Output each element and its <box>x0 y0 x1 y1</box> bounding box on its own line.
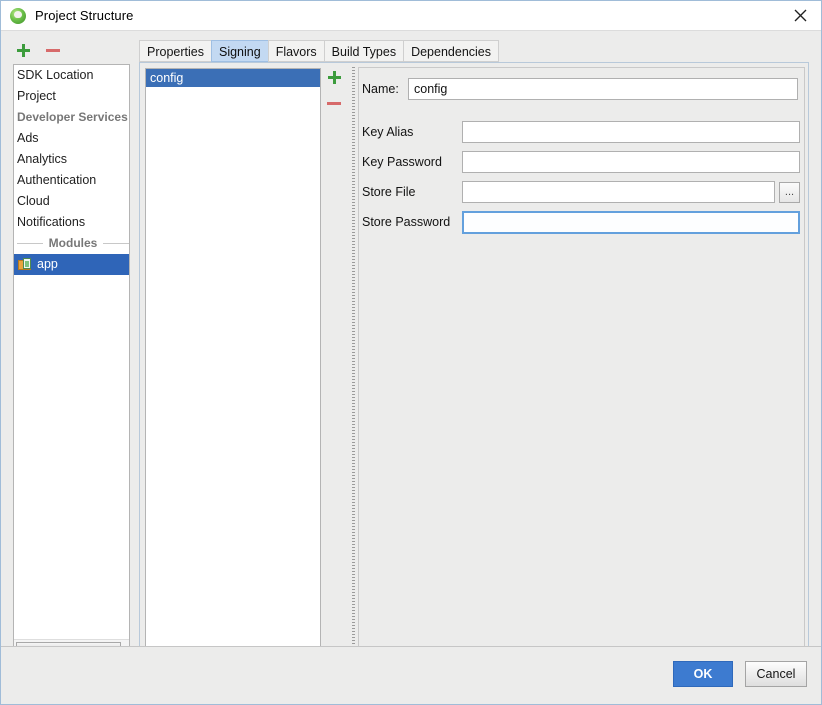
signing-config-form: Name: Key Alias Key Password Store File … <box>358 67 805 657</box>
name-row: Name: <box>360 78 804 100</box>
sidebar-item-sdk-location[interactable]: SDK Location <box>14 65 129 86</box>
sidebar-item-label: app <box>37 257 58 271</box>
plus-icon[interactable] <box>324 67 345 88</box>
name-input[interactable] <box>408 78 798 100</box>
tabstrip: Properties Signing Flavors Build Types D… <box>139 38 499 62</box>
sidebar-group-label: Developer Services <box>17 110 128 124</box>
tab-build-types[interactable]: Build Types <box>323 40 404 62</box>
sidebar-group-modules: Modules <box>14 233 129 254</box>
sidebar-item-notifications[interactable]: Notifications <box>14 212 129 233</box>
store-password-input[interactable] <box>462 210 800 234</box>
divider <box>103 243 129 244</box>
close-icon[interactable] <box>779 1 821 30</box>
sidebar: SDK Location Project Developer Services … <box>13 64 130 656</box>
titlebar: Project Structure <box>1 1 821 31</box>
store-file-input[interactable] <box>462 181 775 203</box>
sidebar-item-authentication[interactable]: Authentication <box>14 170 129 191</box>
sidebar-item-analytics[interactable]: Analytics <box>14 149 129 170</box>
tab-properties[interactable]: Properties <box>139 40 211 62</box>
sidebar-item-ads[interactable]: Ads <box>14 128 129 149</box>
key-alias-label: Key Alias <box>362 125 414 139</box>
tab-signing[interactable]: Signing <box>210 40 268 62</box>
ok-button[interactable]: OK <box>673 661 733 687</box>
store-file-row: Store File ... <box>360 181 804 203</box>
browse-button[interactable]: ... <box>779 181 800 203</box>
store-file-label: Store File <box>362 185 416 199</box>
panel-splitter[interactable] <box>349 67 358 657</box>
plus-icon[interactable] <box>13 40 34 61</box>
key-password-label: Key Password <box>362 155 442 169</box>
sidebar-item-cloud[interactable]: Cloud <box>14 191 129 212</box>
name-label: Name: <box>362 82 399 96</box>
tab-dependencies[interactable]: Dependencies <box>403 40 499 62</box>
list-item[interactable]: config <box>146 69 320 87</box>
page-title: Project Structure <box>35 8 134 23</box>
sidebar-list: SDK Location Project Developer Services … <box>14 65 129 639</box>
store-password-row: Store Password <box>360 210 804 234</box>
store-password-label: Store Password <box>362 215 451 229</box>
sidebar-group-label: Modules <box>48 236 98 250</box>
key-alias-input[interactable] <box>462 121 800 143</box>
signing-tab-content: config Name: Key Alias Key Password <box>139 62 809 663</box>
divider <box>17 243 43 244</box>
minus-icon[interactable] <box>43 40 64 61</box>
cancel-button[interactable]: Cancel <box>745 661 807 687</box>
dialog-body: SDK Location Project Developer Services … <box>1 31 821 663</box>
dialog-footer: OK Cancel <box>1 646 821 704</box>
sidebar-item-app[interactable]: app <box>14 254 129 275</box>
android-studio-icon <box>10 7 26 24</box>
key-alias-row: Key Alias <box>360 121 804 143</box>
minus-icon[interactable] <box>324 93 345 114</box>
signing-config-list[interactable]: config <box>145 68 321 656</box>
key-password-input[interactable] <box>462 151 800 173</box>
project-structure-dialog: Project Structure SDK Location Project D… <box>0 0 822 705</box>
module-icon <box>18 258 32 271</box>
tab-flavors[interactable]: Flavors <box>267 40 324 62</box>
sidebar-group-developer-services: Developer Services <box>14 107 129 128</box>
sidebar-item-project[interactable]: Project <box>14 86 129 107</box>
signing-config-list-buttons <box>324 67 346 114</box>
sidebar-toolbar <box>13 39 133 62</box>
key-password-row: Key Password <box>360 151 804 173</box>
